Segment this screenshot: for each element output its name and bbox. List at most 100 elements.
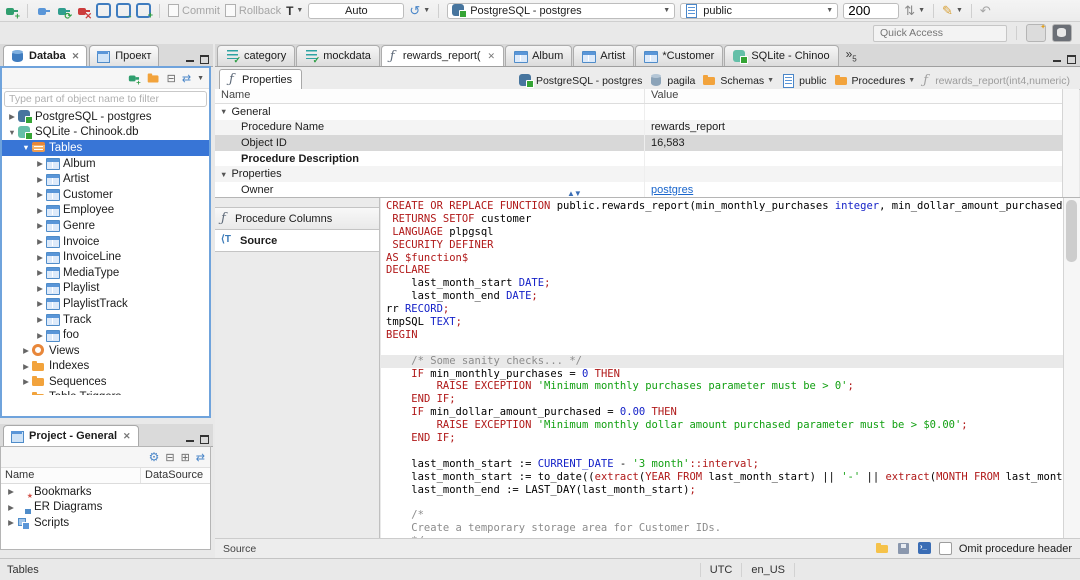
connect-icon[interactable] <box>36 4 51 18</box>
expand-arrow-icon[interactable]: ▶ <box>5 518 17 527</box>
link-editor-icon[interactable]: ⇄ <box>196 451 205 464</box>
expand-arrow-icon[interactable]: ▶ <box>20 393 32 395</box>
property-row-object-id[interactable]: Object ID 16,583 <box>215 135 1062 151</box>
collapse-all-icon[interactable]: ⊟ <box>165 451 174 464</box>
breadcrumb-postgresql-postgres[interactable]: PostgreSQL - postgres <box>517 74 644 88</box>
tree-item-employee[interactable]: ▶ Employee <box>2 203 209 219</box>
expand-arrow-icon[interactable]: ▶ <box>5 487 17 496</box>
settings-gear-icon[interactable]: ⚙ <box>149 450 160 464</box>
sql-editor-icon[interactable] <box>96 3 111 18</box>
commit-mode-combo[interactable]: Auto <box>308 2 405 19</box>
collapse-arrow-icon[interactable]: ▼ <box>220 107 227 116</box>
tree-item-sqlite-chinook-db[interactable]: ▼ SQLite - Chinook.db <box>2 125 209 141</box>
disconnect-icon[interactable]: ✕ <box>76 4 92 20</box>
close-icon[interactable]: ✕ <box>488 51 496 62</box>
editor-tab-album[interactable]: Album <box>505 45 573 66</box>
property-row-procedure-name[interactable]: Procedure Name rewards_report <box>215 119 1062 136</box>
link-editor-icon[interactable]: ⇄ <box>182 72 191 85</box>
connection-combo[interactable]: PostgreSQL - postgres ▼ <box>447 2 676 19</box>
properties-scrollbar[interactable] <box>1062 89 1079 197</box>
breadcrumb-rewards-report-int4-numeric[interactable]: ƒ rewards_report(int4,numeric) <box>921 74 1072 87</box>
tab-project-general[interactable]: Project - General ✕ <box>3 425 139 446</box>
expand-arrow-icon[interactable]: ▶ <box>20 377 32 386</box>
open-sql-editor-icon[interactable]: → <box>116 3 133 20</box>
expand-arrow-icon[interactable]: ▶ <box>34 237 46 246</box>
commit-button[interactable]: Commit <box>168 4 220 17</box>
more-tabs-indicator[interactable]: »5 <box>846 47 857 63</box>
undo-icon[interactable]: ↶ <box>980 4 991 17</box>
source-code-viewer[interactable]: CREATE OR REPLACE FUNCTION public.reward… <box>381 198 1063 538</box>
expand-arrow-icon[interactable]: ▶ <box>34 284 46 293</box>
quick-access-input[interactable] <box>873 24 1007 42</box>
minimize-icon[interactable] <box>185 434 195 443</box>
tree-item-foo[interactable]: ▶ foo <box>2 327 209 343</box>
expand-arrow-icon[interactable]: ▶ <box>5 503 17 512</box>
tree-item-invoice[interactable]: ▶ Invoice <box>2 234 209 250</box>
dbeaver-perspective-icon[interactable] <box>1052 24 1072 42</box>
property-row-owner[interactable]: Owner postgres <box>215 181 1062 197</box>
editor-tab-mockdata[interactable]: mockdata <box>296 45 380 66</box>
new-folder-icon[interactable] <box>147 72 160 84</box>
column-datasource[interactable]: DataSource <box>141 468 207 483</box>
locale-indicator[interactable]: en_US <box>742 562 795 577</box>
pane-tab-source[interactable]: ⟨T Source <box>215 229 379 252</box>
schema-combo[interactable]: public ▼ <box>680 2 839 19</box>
fetch-size-input[interactable] <box>843 2 900 19</box>
editor-tab-artist[interactable]: Artist <box>573 45 635 66</box>
expand-arrow-icon[interactable]: ▶ <box>34 315 46 324</box>
rollback-button[interactable]: Rollback <box>224 4 281 17</box>
tree-item-views[interactable]: ▶ Views <box>2 343 209 359</box>
tree-item-artist[interactable]: ▶ Artist <box>2 171 209 187</box>
tab-projects[interactable]: Проект <box>89 45 160 66</box>
minimize-icon[interactable] <box>1052 54 1062 63</box>
open-console-icon[interactable] <box>917 542 932 555</box>
format-button[interactable]: ✎ ▼ <box>942 4 963 17</box>
expand-arrow-icon[interactable]: ▶ <box>20 346 32 355</box>
maximize-icon[interactable] <box>1066 54 1076 64</box>
project-item-scripts[interactable]: ▶ Scripts <box>1 515 210 531</box>
minimize-icon[interactable] <box>185 54 195 63</box>
column-value[interactable]: Value <box>645 89 684 103</box>
expand-arrow-icon[interactable]: ▶ <box>34 299 46 308</box>
expand-arrow-icon[interactable]: ▶ <box>34 331 46 340</box>
column-name[interactable]: Name <box>1 468 141 483</box>
expand-arrow-icon[interactable]: ▶ <box>34 268 46 277</box>
expand-all-icon[interactable]: ⊞ <box>181 451 190 464</box>
view-menu-icon[interactable]: ▼ <box>197 75 204 82</box>
tree-item-customer[interactable]: ▶ Customer <box>2 187 209 203</box>
property-row-properties[interactable]: ▼ Properties <box>215 166 1062 182</box>
editor-tab-sqlite-chinoo[interactable]: SQLite - Chinoo <box>724 45 839 66</box>
property-value-link[interactable]: postgres <box>645 184 693 196</box>
history-button[interactable]: ↺ ▼ <box>409 4 430 17</box>
tree-item-tables[interactable]: ▼ Tables <box>2 140 209 156</box>
tree-item-playlist[interactable]: ▶ Playlist <box>2 281 209 297</box>
timezone-indicator[interactable]: UTC <box>699 562 743 577</box>
expand-arrow-icon[interactable]: ▶ <box>6 112 18 121</box>
property-row-general[interactable]: ▼ General <box>215 104 1062 120</box>
editor-tab-rewards-report[interactable]: ƒ rewards_report(✕ <box>380 45 505 66</box>
project-item-bookmarks[interactable]: ▶ Bookmarks <box>1 484 210 501</box>
load-from-file-icon[interactable] <box>875 542 890 555</box>
expand-arrow-icon[interactable]: ▶ <box>34 175 46 184</box>
property-row-procedure-description[interactable]: Procedure Description <box>215 150 1062 167</box>
new-connection-icon[interactable]: + <box>127 72 140 86</box>
expand-arrow-icon[interactable]: ▶ <box>34 253 46 262</box>
tree-item-table-triggers[interactable]: ▶ Table Triggers <box>2 390 209 395</box>
tree-item-album[interactable]: ▶ Album <box>2 156 209 172</box>
tab-properties[interactable]: ƒ Properties <box>219 69 303 89</box>
refresh-button[interactable]: ⇅ ▼ <box>904 4 925 17</box>
project-item-er-diagrams[interactable]: ▶ ER Diagrams <box>1 500 210 516</box>
omit-header-checkbox[interactable] <box>938 542 952 555</box>
expand-arrow-icon[interactable]: ▶ <box>34 190 46 199</box>
breadcrumb-procedures[interactable]: Procedures ▼ <box>833 74 918 87</box>
breadcrumb-pagila[interactable]: pagila <box>648 74 697 87</box>
tree-item-playlisttrack[interactable]: ▶ PlaylistTrack <box>2 296 209 312</box>
new-sql-editor-icon[interactable]: + <box>136 3 153 20</box>
expand-arrow-icon[interactable]: ▶ <box>34 159 46 168</box>
tree-item-postgresql-postgres[interactable]: ▶ PostgreSQL - postgres <box>2 109 209 125</box>
expand-arrow-icon[interactable]: ▶ <box>20 362 32 371</box>
close-icon[interactable]: ✕ <box>123 431 131 442</box>
transaction-log-button[interactable]: T ▼ <box>286 4 303 18</box>
chevron-down-icon[interactable]: ▼ <box>908 77 915 84</box>
close-icon[interactable]: ✕ <box>72 51 80 62</box>
